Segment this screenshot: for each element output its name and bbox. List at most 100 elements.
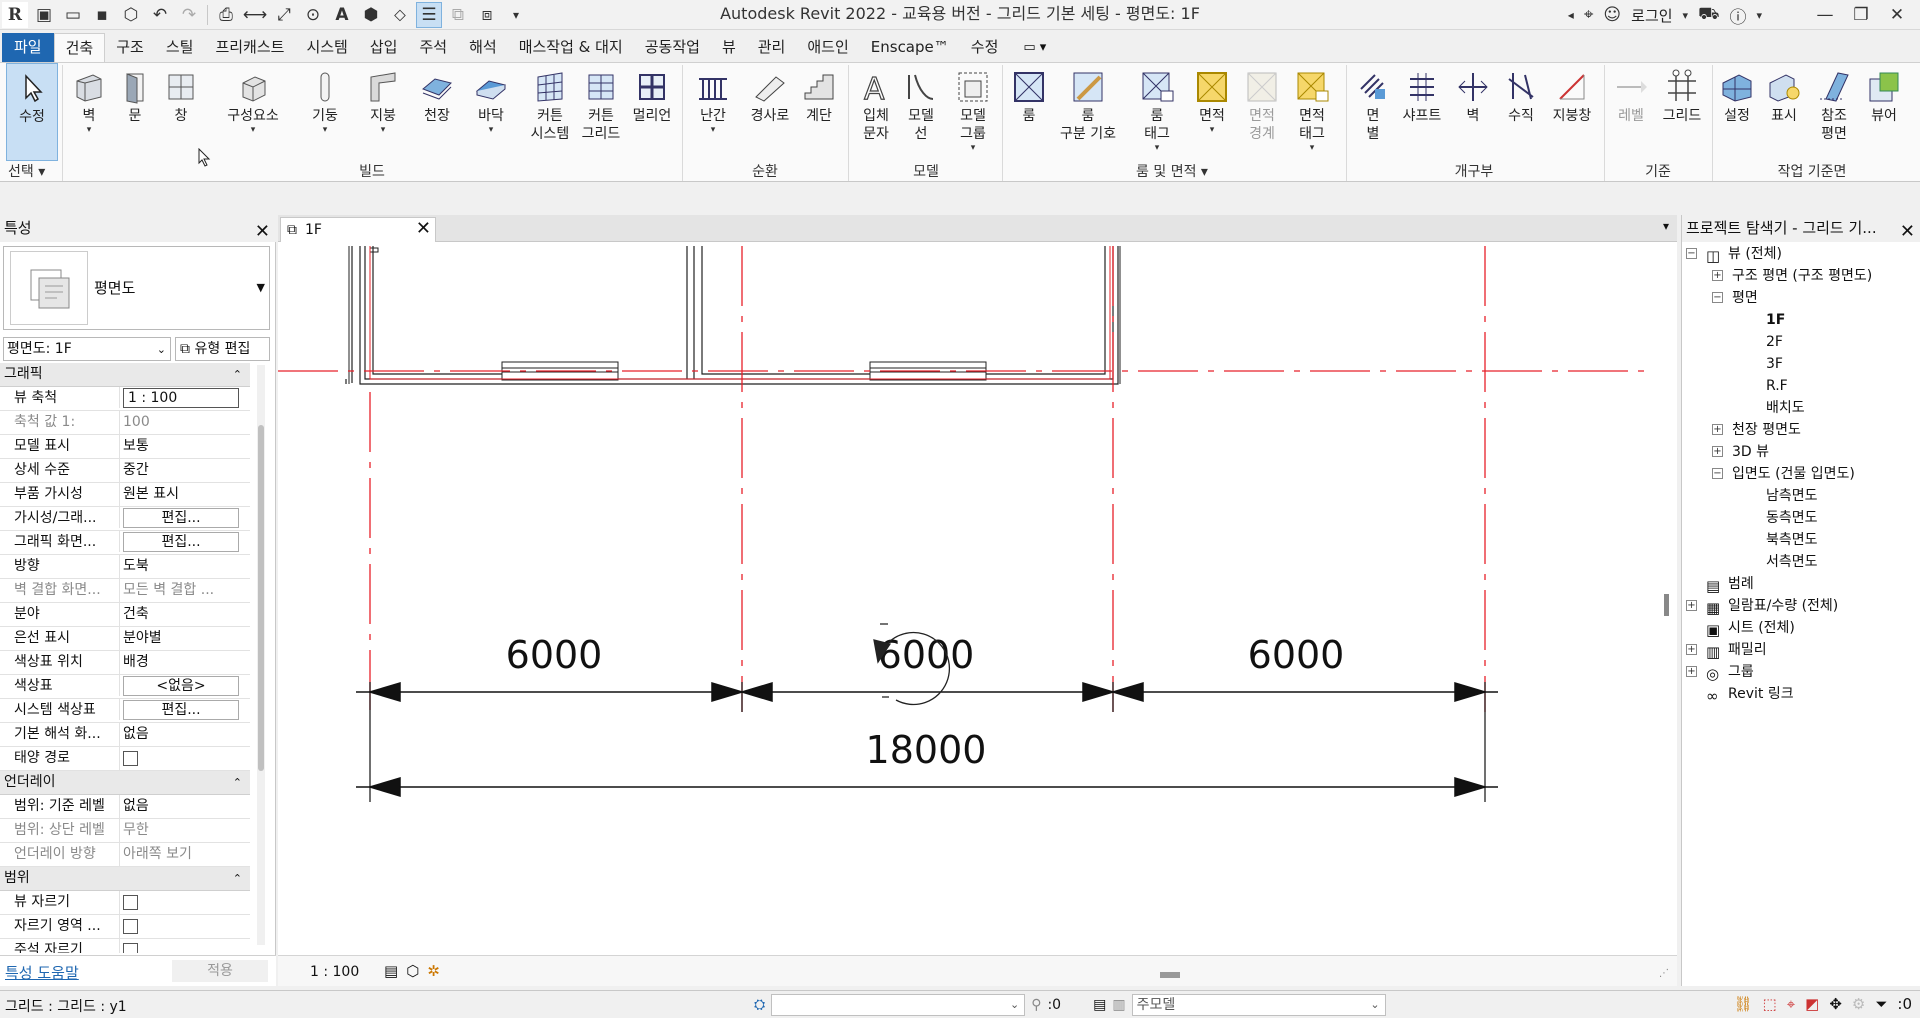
room-separator-button[interactable]: 룸 구분 기호: [1052, 63, 1124, 161]
undo-icon[interactable]: ↶: [147, 2, 173, 28]
close-icon[interactable]: ✕: [1899, 218, 1915, 242]
workset-select[interactable]: ⌄: [771, 994, 1026, 1016]
property-edit-button[interactable]: 편집...: [123, 700, 239, 720]
vertical-opening-button[interactable]: 수직: [1500, 63, 1542, 161]
tab-enscape[interactable]: Enscape™: [860, 33, 960, 62]
switch-windows-icon[interactable]: ⧈: [474, 2, 500, 28]
property-section[interactable]: 범위 ⌃: [0, 867, 250, 891]
area-button[interactable]: 면적 ▾: [1190, 63, 1234, 161]
tab-systems[interactable]: 시스템: [295, 33, 358, 62]
expand-icon[interactable]: +: [1712, 424, 1723, 435]
shaft-button[interactable]: 샤프트: [1396, 63, 1448, 161]
design-options-icon[interactable]: ▤: [1093, 997, 1106, 1013]
property-value-cell[interactable]: 모든 벽 결합 ...: [119, 579, 249, 602]
mullion-button[interactable]: 멀리언: [628, 63, 676, 161]
tab-list-icon[interactable]: ▾: [1663, 219, 1669, 233]
help-icon[interactable]: ⓘ: [1729, 3, 1746, 28]
ribbon-toggle-icon[interactable]: ▭ ▾: [1023, 40, 1046, 55]
property-value-cell[interactable]: 무한: [119, 819, 249, 842]
door-button[interactable]: 문: [114, 63, 156, 161]
tree-node[interactable]: − 평면: [1682, 287, 1920, 309]
expand-icon[interactable]: +: [1686, 600, 1697, 611]
window-button[interactable]: 창: [160, 63, 202, 161]
aligned-dimension-icon[interactable]: ⤢: [271, 2, 297, 28]
reference-plane-button[interactable]: 참조 평면: [1810, 63, 1858, 161]
expand-icon[interactable]: +: [1686, 644, 1697, 655]
login-dropdown-icon[interactable]: ▾: [1683, 9, 1689, 22]
collapse-icon[interactable]: −: [1712, 292, 1723, 303]
property-checkbox[interactable]: [123, 751, 138, 766]
tree-node[interactable]: 3F: [1682, 353, 1920, 375]
area-tag-button[interactable]: 면적 태그 ▾: [1290, 63, 1334, 161]
edit-type-button[interactable]: ⧉ 유형 편집: [175, 337, 270, 361]
close-icon[interactable]: ✕: [416, 218, 431, 239]
property-checkbox[interactable]: [123, 943, 138, 953]
wall-button[interactable]: 벽 ▾: [66, 63, 112, 161]
property-value-cell[interactable]: [119, 747, 249, 774]
tree-node[interactable]: 1F: [1682, 309, 1920, 331]
property-value-cell[interactable]: 편집...: [119, 531, 249, 552]
collapse-icon[interactable]: ⌃: [233, 771, 242, 794]
viewer-button[interactable]: 뷰어: [1862, 63, 1906, 161]
thin-lines-icon[interactable]: ☰: [416, 2, 442, 28]
tab-manage[interactable]: 관리: [747, 33, 797, 62]
arrow-left-icon[interactable]: ◂: [1568, 8, 1574, 22]
property-value-cell[interactable]: 도북: [119, 555, 249, 578]
design-option-icon[interactable]: ▥: [1112, 997, 1125, 1013]
tab-architecture[interactable]: 건축: [53, 32, 106, 63]
tree-node[interactable]: 서측면도: [1682, 551, 1920, 573]
visual-style-icon[interactable]: ⬡: [406, 962, 419, 980]
tree-node[interactable]: + 구조 평면 (구조 평면도): [1682, 265, 1920, 287]
railing-button[interactable]: 난간 ▾: [692, 63, 734, 161]
component-button[interactable]: 구성요소 ▾: [218, 63, 288, 161]
properties-scrollbar[interactable]: [257, 365, 265, 945]
filter-icon[interactable]: ⏷: [1875, 995, 1887, 1013]
tree-node[interactable]: + ▦ 일람표/수량 (전체): [1682, 595, 1920, 617]
area-boundary-button[interactable]: 면적 경계: [1240, 63, 1284, 161]
tab-modify[interactable]: 수정: [960, 33, 1010, 62]
tree-node[interactable]: R.F: [1682, 375, 1920, 397]
property-input[interactable]: 1 : 100: [123, 388, 239, 408]
dimension-label[interactable]: 6000: [506, 633, 603, 677]
dormer-button[interactable]: 지붕창: [1546, 63, 1598, 161]
close-hidden-icon[interactable]: ⧉: [445, 2, 471, 28]
property-checkbox[interactable]: [123, 919, 138, 934]
wall-opening-button[interactable]: 벽: [1452, 63, 1494, 161]
tab-steel[interactable]: 스틸: [155, 33, 205, 62]
tree-node[interactable]: + ▥ 패밀리: [1682, 639, 1920, 661]
tab-collaborate[interactable]: 공동작업: [634, 33, 711, 62]
view-scale[interactable]: 1 : 100: [310, 964, 359, 980]
property-value-cell[interactable]: <없음>: [119, 675, 249, 696]
stair-button[interactable]: 계단: [798, 63, 840, 161]
room-tag-button[interactable]: 룸 태그 ▾: [1136, 63, 1178, 161]
property-value-cell[interactable]: [119, 891, 249, 918]
property-value-cell[interactable]: 100: [119, 411, 249, 434]
tab-addins[interactable]: 애드인: [796, 33, 859, 62]
property-value-cell[interactable]: 없음: [119, 795, 249, 818]
close-icon[interactable]: ✕: [255, 218, 270, 245]
tree-node[interactable]: +3D 뷰: [1682, 441, 1920, 463]
print-icon[interactable]: ⎙: [213, 2, 239, 28]
tree-node[interactable]: + 천장 평면도: [1682, 419, 1920, 441]
property-edit-button[interactable]: 편집...: [123, 532, 239, 552]
view-tab-1f[interactable]: ⧉ 1F ✕: [280, 217, 436, 242]
cart-icon[interactable]: ⛟: [1698, 4, 1719, 26]
property-value-cell[interactable]: 중간: [119, 459, 249, 482]
type-dropdown-icon[interactable]: ▼: [257, 281, 265, 294]
help-dropdown-icon[interactable]: ▾: [1756, 9, 1762, 22]
detail-level-icon[interactable]: ▤: [384, 962, 398, 980]
dimension-label[interactable]: 6000: [1248, 633, 1345, 677]
scrollbar-thumb[interactable]: [258, 425, 264, 771]
select-panel-dropdown[interactable]: 선택 ▾: [4, 161, 60, 183]
design-option-select[interactable]: 주모델 ⌄: [1131, 994, 1386, 1016]
close-window-icon[interactable]: ✕: [1884, 2, 1910, 28]
drag-elements-icon[interactable]: ✥: [1829, 995, 1842, 1013]
tag-icon[interactable]: ⊙: [300, 2, 326, 28]
tab-insert[interactable]: 삽입: [359, 33, 409, 62]
revit-logo-icon[interactable]: R: [2, 2, 28, 28]
tree-node[interactable]: 북측면도: [1682, 529, 1920, 551]
drawing-canvas[interactable]: 6000 6000 6000 18000 2D: [278, 242, 1677, 955]
user-icon[interactable]: ☺: [1603, 5, 1621, 25]
property-value-cell[interactable]: 편집...: [119, 507, 249, 528]
tree-node[interactable]: 동측면도: [1682, 507, 1920, 529]
